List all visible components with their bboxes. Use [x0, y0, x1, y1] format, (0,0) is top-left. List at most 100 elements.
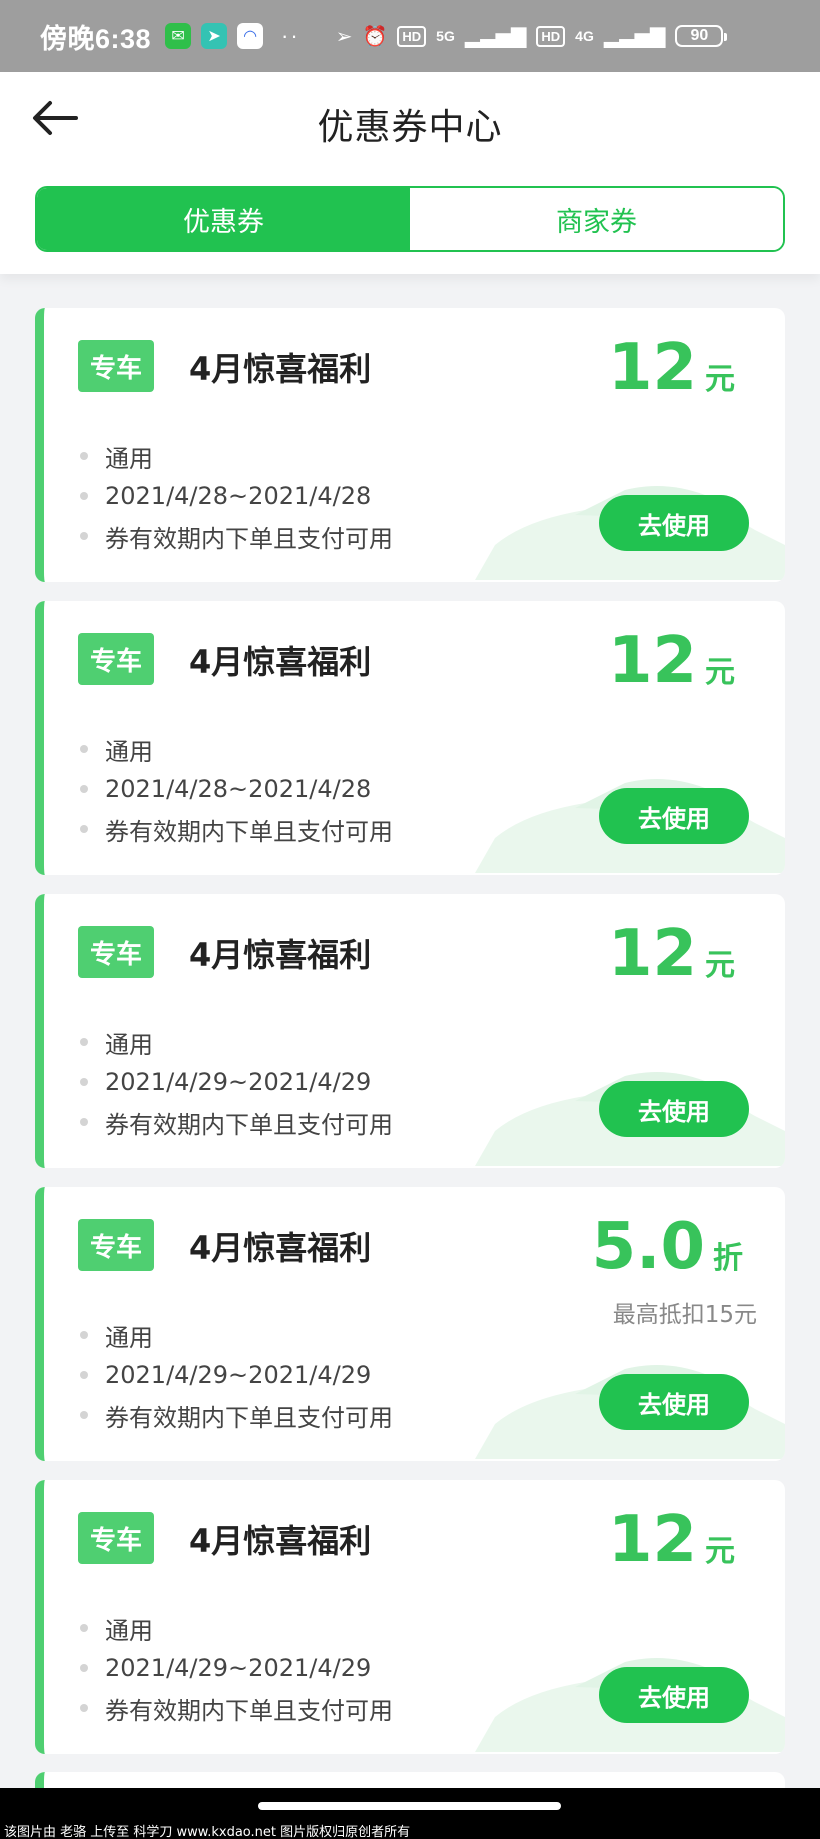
page-title: 优惠券中心	[317, 107, 503, 148]
coupon-detail-item: 2021/4/29~2021/4/29	[80, 1648, 393, 1688]
coupon-title: 4月惊喜福利	[189, 1522, 372, 1560]
network-4g-label: 4G	[575, 28, 594, 44]
coupon-tag: 专车	[78, 633, 155, 685]
use-coupon-button[interactable]: 去使用	[599, 1374, 749, 1430]
coupon-amount-value: 12	[607, 624, 697, 698]
bottom-navigation-strip: 该图片由 老骆 上传至 科学刀 www.kxdao.net 图片版权归原创者所有	[0, 1788, 820, 1839]
coupon-amount-value: 12	[607, 331, 697, 405]
coupon-tag: 专车	[78, 1219, 155, 1271]
coupon-list: 专车 4月惊喜福利 12 元 通用 2021/4/28~2021/4/28 券有…	[35, 308, 785, 1773]
tab-coupons[interactable]: 优惠券	[37, 188, 410, 250]
tab-merchant-coupons[interactable]: 商家券	[410, 188, 783, 250]
home-indicator[interactable]	[258, 1802, 561, 1810]
coupon-detail-item: 通用	[80, 436, 393, 476]
coupon-tag: 专车	[78, 1512, 155, 1564]
coupon-title: 4月惊喜福利	[189, 350, 372, 388]
coupon-validity: 2021/4/28~2021/4/28	[105, 775, 372, 803]
coupon-tabs: 优惠券 商家券	[35, 186, 785, 252]
coupon-validity: 2021/4/28~2021/4/28	[105, 482, 372, 510]
coupon-card: 专车 4月惊喜福利 5.0 折 最高抵扣15元 通用 2021/4/29~202…	[35, 1187, 785, 1461]
coupon-card: 专车 4月惊喜福利 12 元 通用 2021/4/29~2021/4/29 券有…	[35, 1480, 785, 1754]
coupon-amount: 12 元	[608, 1508, 735, 1572]
bullet-dot-icon	[80, 1411, 88, 1419]
coupon-detail-item: 2021/4/28~2021/4/28	[80, 769, 393, 809]
coupon-amount-unit: 折	[713, 1241, 743, 1276]
coupon-amount: 12 元	[608, 922, 735, 986]
coupon-detail-item: 券有效期内下单且支付可用	[80, 516, 393, 556]
coupon-max-discount-note: 最高抵扣15元	[612, 1302, 757, 1328]
bullet-dot-icon	[80, 1624, 88, 1632]
status-indicators: ➢ ⏰ HD 5G ▂▃▅▇ HD 4G ▂▃▅▇ 90	[335, 24, 728, 49]
coupon-title: 4月惊喜福利	[189, 936, 372, 974]
coupon-scope: 通用	[105, 1323, 153, 1352]
status-bar: 傍晚6:38 ✉ ➤ ◠ ·· ➢ ⏰ HD 5G ▂▃▅▇ HD 4G ▂▃▅…	[0, 0, 820, 72]
coupon-amount-unit: 元	[705, 1534, 735, 1569]
coupon-amount-value: 5.0	[591, 1210, 705, 1284]
hd-badge-2: HD	[536, 25, 566, 47]
location-icon: ➢	[335, 25, 353, 48]
coupon-tag: 专车	[78, 926, 155, 978]
wechat-icon: ✉	[165, 23, 192, 49]
status-app-icons: ✉ ➤ ◠	[165, 23, 264, 49]
coupon-details: 通用 2021/4/28~2021/4/28 券有效期内下单且支付可用	[80, 729, 393, 849]
coupon-detail-item: 通用	[80, 1315, 393, 1355]
status-time: 傍晚6:38	[40, 23, 152, 54]
bullet-dot-icon	[80, 1371, 88, 1379]
coupon-card: 专车 4月惊喜福利 12 元 通用 2021/4/28~2021/4/28 券有…	[35, 308, 785, 582]
battery-icon: 90	[675, 25, 728, 47]
coupon-validity: 2021/4/29~2021/4/29	[105, 1654, 372, 1682]
coupon-scope: 通用	[105, 737, 153, 766]
more-notifications-icon: ··	[281, 23, 300, 48]
coupon-card: 专车 4月惊喜福利 12 元 通用 2021/4/29~2021/4/29 券有…	[35, 894, 785, 1168]
coupon-details: 通用 2021/4/28~2021/4/28 券有效期内下单且支付可用	[80, 436, 393, 556]
use-coupon-button[interactable]: 去使用	[599, 1081, 749, 1137]
alarm-icon: ⏰	[362, 25, 388, 48]
coupon-detail-item: 2021/4/28~2021/4/28	[80, 476, 393, 516]
bullet-dot-icon	[80, 1118, 88, 1126]
bullet-dot-icon	[80, 1704, 88, 1712]
bullet-dot-icon	[80, 532, 88, 540]
hd-badge-1: HD	[397, 25, 427, 47]
coupon-detail-item: 券有效期内下单且支付可用	[80, 1688, 393, 1728]
bullet-dot-icon	[80, 825, 88, 833]
app-circle-icon: ◠	[237, 23, 264, 49]
coupon-detail-item: 通用	[80, 729, 393, 769]
coupon-amount-unit: 元	[705, 362, 735, 397]
signal-icon-2: ▂▃▅▇	[603, 25, 666, 48]
coupon-title: 4月惊喜福利	[189, 1229, 372, 1267]
bullet-dot-icon	[80, 1331, 88, 1339]
coupon-amount: 12 元	[608, 336, 735, 400]
coupon-amount-value: 12	[607, 1503, 697, 1577]
coupon-validity: 2021/4/29~2021/4/29	[105, 1361, 372, 1389]
use-coupon-button[interactable]: 去使用	[599, 1667, 749, 1723]
navigation-app-icon: ➤	[201, 23, 228, 49]
coupon-detail-item: 券有效期内下单且支付可用	[80, 1395, 393, 1435]
bullet-dot-icon	[80, 745, 88, 753]
coupon-detail-item: 通用	[80, 1022, 393, 1062]
header: 优惠券中心 优惠券 商家券	[0, 72, 820, 274]
coupon-condition: 券有效期内下单且支付可用	[105, 1696, 393, 1725]
coupon-condition: 券有效期内下单且支付可用	[105, 817, 393, 846]
coupon-scope: 通用	[105, 1616, 153, 1645]
coupon-condition: 券有效期内下单且支付可用	[105, 524, 393, 553]
coupon-details: 通用 2021/4/29~2021/4/29 券有效期内下单且支付可用	[80, 1022, 393, 1142]
coupon-amount: 12 元	[608, 629, 735, 693]
coupon-detail-item: 券有效期内下单且支付可用	[80, 809, 393, 849]
bullet-dot-icon	[80, 492, 88, 500]
coupon-details: 通用 2021/4/29~2021/4/29 券有效期内下单且支付可用	[80, 1315, 393, 1435]
use-coupon-button[interactable]: 去使用	[599, 788, 749, 844]
coupon-detail-item: 2021/4/29~2021/4/29	[80, 1355, 393, 1395]
coupon-detail-item: 2021/4/29~2021/4/29	[80, 1062, 393, 1102]
coupon-amount-value: 12	[607, 917, 697, 991]
coupon-amount: 5.0 折	[592, 1215, 743, 1279]
coupon-card: 专车 4月惊喜福利 12 元 通用 2021/4/28~2021/4/28 券有…	[35, 601, 785, 875]
coupon-scope: 通用	[105, 444, 153, 473]
coupon-details: 通用 2021/4/29~2021/4/29 券有效期内下单且支付可用	[80, 1608, 393, 1728]
coupon-condition: 券有效期内下单且支付可用	[105, 1110, 393, 1139]
coupon-title: 4月惊喜福利	[189, 643, 372, 681]
coupon-scope: 通用	[105, 1030, 153, 1059]
bullet-dot-icon	[80, 452, 88, 460]
coupon-tag: 专车	[78, 340, 155, 392]
coupon-detail-item: 通用	[80, 1608, 393, 1648]
use-coupon-button[interactable]: 去使用	[599, 495, 749, 551]
